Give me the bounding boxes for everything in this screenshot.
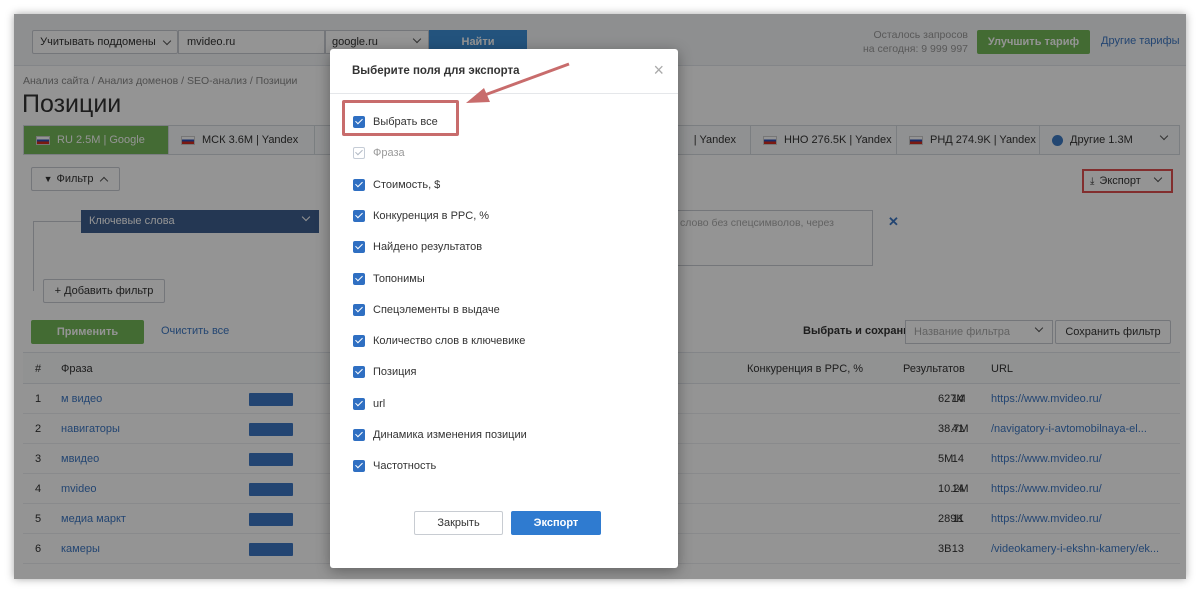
field-label: Частотность bbox=[373, 460, 437, 473]
export-field-checkbox[interactable]: Стоимость, $ bbox=[353, 178, 440, 192]
close-icon[interactable]: × bbox=[653, 60, 664, 80]
export-field-checkbox[interactable]: Динамика изменения позиции bbox=[353, 428, 527, 442]
export-field-checkbox[interactable]: Топонимы bbox=[353, 272, 425, 286]
checkbox-checked-icon[interactable] bbox=[353, 335, 365, 348]
checkbox-checked-icon[interactable] bbox=[353, 272, 365, 285]
export-field-checkbox: Фраза bbox=[353, 146, 405, 160]
field-label: Топонимы bbox=[373, 272, 425, 285]
export-confirm-button[interactable]: Экспорт bbox=[511, 511, 601, 535]
field-label: Динамика изменения позиции bbox=[373, 429, 527, 441]
field-label: Конкуренция в PPC, % bbox=[373, 209, 490, 222]
checkbox-checked-icon[interactable] bbox=[353, 209, 365, 222]
field-label: Найдено результатов bbox=[373, 241, 483, 254]
field-label: Позиция bbox=[373, 366, 417, 379]
field-label: Фраза bbox=[373, 147, 405, 160]
export-field-checkbox[interactable]: Позиция bbox=[353, 365, 417, 379]
divider bbox=[330, 93, 678, 94]
field-label: Выбрать все bbox=[373, 116, 438, 128]
checkbox-checked-icon[interactable] bbox=[353, 116, 365, 128]
export-field-checkbox[interactable]: Конкуренция в PPC, % bbox=[353, 209, 489, 223]
field-label: Стоимость, $ bbox=[373, 178, 441, 191]
export-field-checkbox[interactable]: Найдено результатов bbox=[353, 240, 482, 254]
field-label: Спецэлементы в выдаче bbox=[373, 303, 500, 316]
field-label: Количество слов в ключевике bbox=[373, 335, 526, 348]
checkbox-checked-icon[interactable] bbox=[353, 429, 365, 441]
export-field-checkbox[interactable]: Спецэлементы в выдаче bbox=[353, 303, 500, 317]
checkbox-checked-icon[interactable] bbox=[353, 460, 365, 473]
checkbox-checked-icon[interactable] bbox=[353, 366, 365, 379]
select-all-checkbox[interactable]: Выбрать все bbox=[353, 115, 438, 129]
field-label: url bbox=[373, 397, 386, 410]
checkbox-checked-icon[interactable] bbox=[353, 178, 365, 191]
export-field-checkbox[interactable]: url bbox=[353, 397, 385, 411]
export-field-checkbox[interactable]: Количество слов в ключевике bbox=[353, 334, 525, 348]
checkbox-checked-icon[interactable] bbox=[353, 303, 365, 316]
modal-title: Выберите поля для экспорта bbox=[352, 65, 520, 77]
checkbox-checked-icon[interactable] bbox=[353, 397, 365, 410]
checkbox-checked-icon[interactable] bbox=[353, 241, 365, 254]
checkbox-checked-icon bbox=[353, 147, 365, 160]
close-button[interactable]: Закрыть bbox=[414, 511, 503, 535]
export-fields-modal: Выберите поля для экспорта × Выбрать все… bbox=[330, 49, 678, 568]
export-field-checkbox[interactable]: Частотность bbox=[353, 459, 436, 473]
